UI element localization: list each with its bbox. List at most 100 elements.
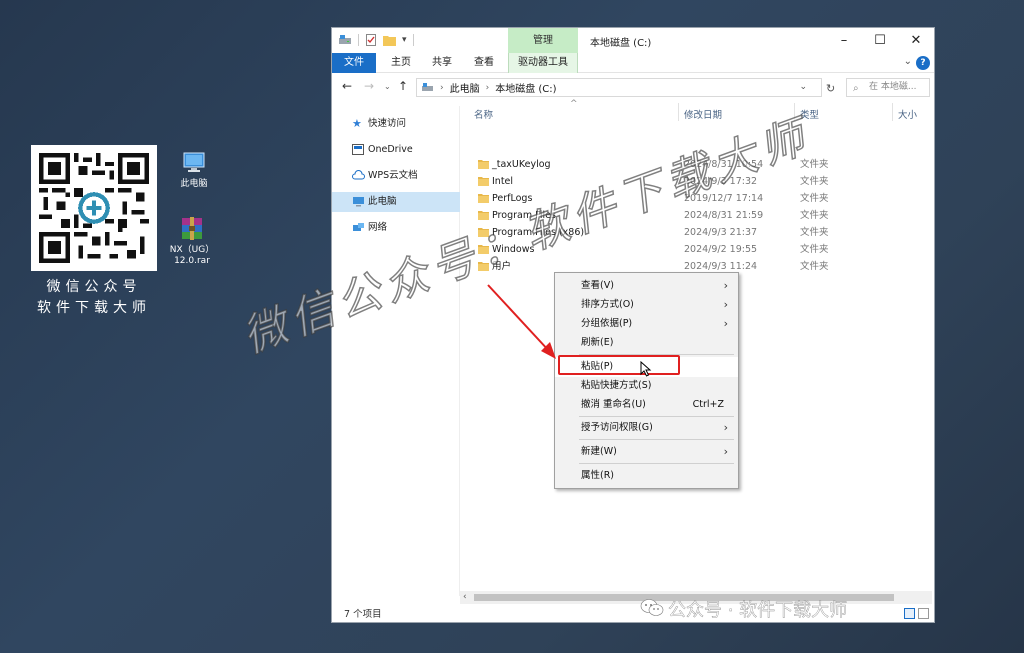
refresh-icon[interactable]: ↻ bbox=[826, 82, 835, 95]
close-button[interactable]: ✕ bbox=[898, 28, 934, 53]
nav-item-label: WPS云文档 bbox=[368, 170, 418, 181]
search-icon: ⌕ bbox=[853, 83, 859, 94]
column-header-name[interactable]: 名称 bbox=[474, 107, 493, 121]
customize-toolbar-icon[interactable]: ▾ bbox=[402, 35, 407, 45]
menu-item-label: 刷新(E) bbox=[581, 337, 614, 348]
column-header-date[interactable]: 修改日期 bbox=[684, 107, 722, 121]
menu-separator bbox=[579, 416, 734, 417]
desktop-icon-label: NX（UG）12.0.rar bbox=[169, 245, 215, 266]
menu-item-label: 分组依据(P) bbox=[581, 318, 633, 329]
breadcrumb-separator-icon: › bbox=[485, 82, 490, 93]
nav-item-label: 网络 bbox=[368, 222, 388, 233]
menu-item-label: 撤消 重命名(U) bbox=[581, 399, 646, 410]
help-icon[interactable]: ? bbox=[916, 56, 930, 70]
breadcrumb-this-pc[interactable]: 此电脑 bbox=[450, 80, 480, 95]
menu-item-label: 授予访问权限(G) bbox=[581, 422, 653, 433]
paste-highlight-box bbox=[558, 355, 680, 375]
breadcrumb-local-disk[interactable]: 本地磁盘 (C:) bbox=[495, 80, 556, 95]
nav-item-this-pc[interactable]: 此电脑 bbox=[332, 192, 460, 212]
address-dropdown-icon[interactable]: ⌄ bbox=[799, 82, 807, 92]
file-type: 文件夹 bbox=[800, 193, 829, 204]
navigation-pane: ★ 快速访问 OneDrive WPS云文档 此电脑 网络 bbox=[332, 106, 460, 596]
up-arrow-icon[interactable]: ↑ bbox=[398, 79, 408, 93]
computer-icon bbox=[183, 152, 205, 172]
window-title: 本地磁盘 (C:) bbox=[590, 38, 652, 49]
properties-icon[interactable] bbox=[365, 34, 377, 46]
column-header-size[interactable]: 大小 bbox=[898, 107, 917, 121]
menu-item-label: 排序方式(O) bbox=[581, 299, 634, 310]
desktop-icon-label: 此电脑 bbox=[180, 179, 208, 189]
network-icon bbox=[353, 223, 364, 231]
qr-caption-line1: 微信公众号 bbox=[46, 279, 142, 295]
menu-separator bbox=[579, 463, 734, 464]
nav-item-onedrive[interactable]: OneDrive bbox=[332, 140, 460, 160]
menu-item-new[interactable]: 新建(W) › bbox=[555, 442, 738, 462]
menu-item-undo-rename[interactable]: 撤消 重命名(U) Ctrl+Z bbox=[555, 395, 738, 415]
computer-icon bbox=[353, 197, 364, 207]
manage-contextual-tab[interactable]: 管理 bbox=[508, 28, 578, 53]
file-name: Intel bbox=[492, 176, 514, 187]
folder-icon bbox=[478, 194, 489, 203]
desktop-icon-nx-archive[interactable]: NX（UG）12.0.rar bbox=[162, 216, 222, 267]
tab-home[interactable]: 主页 bbox=[386, 53, 416, 73]
drive-icon[interactable] bbox=[338, 34, 352, 46]
file-type: 文件夹 bbox=[800, 227, 829, 238]
nav-item-label: 快速访问 bbox=[368, 118, 407, 129]
menu-item-label: 属性(R) bbox=[581, 470, 615, 481]
scroll-left-icon[interactable]: ‹ bbox=[463, 591, 467, 604]
nav-item-quick-access[interactable]: ★ 快速访问 bbox=[332, 114, 460, 134]
bottom-watermark: 公众号 · 软件下载大师 bbox=[668, 600, 848, 621]
menu-item-properties[interactable]: 属性(R) bbox=[555, 466, 738, 486]
folder-icon bbox=[478, 177, 489, 186]
qr-caption-line2: 软件下载大师 bbox=[37, 300, 151, 316]
expand-ribbon-icon[interactable]: ⌄ bbox=[904, 56, 912, 67]
menu-item-give-access[interactable]: 授予访问权限(G) › bbox=[555, 418, 738, 438]
submenu-arrow-icon: › bbox=[723, 317, 728, 330]
qr-code-image bbox=[39, 153, 149, 263]
sort-ascending-icon: ^ bbox=[570, 99, 578, 109]
item-count: 7 个项目 bbox=[344, 609, 382, 620]
toolbar-divider bbox=[412, 34, 414, 46]
menu-item-view[interactable]: 查看(V) › bbox=[555, 276, 738, 296]
title-bar: ▾ 管理 本地磁盘 (C:) – ☐ ✕ bbox=[332, 28, 934, 53]
new-folder-icon[interactable] bbox=[383, 34, 396, 46]
toolbar-divider bbox=[358, 34, 359, 46]
menu-item-label: 粘贴快捷方式(S) bbox=[581, 380, 652, 391]
cloud-icon bbox=[352, 170, 365, 180]
forward-arrow-icon[interactable]: → bbox=[364, 79, 374, 93]
mouse-cursor-icon bbox=[640, 361, 652, 377]
breadcrumb-separator-icon: › bbox=[440, 82, 444, 93]
file-type: 文件夹 bbox=[800, 261, 829, 272]
address-bar[interactable]: › 此电脑 › 本地磁盘 (C:) ⌄ bbox=[416, 78, 822, 97]
tab-view[interactable]: 查看 bbox=[469, 53, 499, 73]
menu-item-label: 查看(V) bbox=[581, 280, 614, 291]
menu-item-group-by[interactable]: 分组依据(P) › bbox=[555, 314, 738, 334]
wechat-logo-icon bbox=[640, 599, 664, 616]
large-icons-view-icon[interactable] bbox=[918, 608, 929, 619]
tab-drive-tools[interactable]: 驱动器工具 bbox=[508, 53, 578, 73]
star-icon: ★ bbox=[352, 117, 362, 130]
file-type: 文件夹 bbox=[800, 176, 829, 187]
back-arrow-icon[interactable]: ← bbox=[342, 79, 352, 93]
file-type: 文件夹 bbox=[800, 244, 829, 255]
menu-item-refresh[interactable]: 刷新(E) bbox=[555, 333, 738, 353]
recent-locations-icon[interactable]: ⌄ bbox=[384, 82, 391, 91]
submenu-arrow-icon: › bbox=[723, 421, 728, 434]
details-view-icon[interactable] bbox=[904, 608, 915, 619]
nav-item-label: 此电脑 bbox=[368, 196, 397, 207]
menu-item-paste-shortcut[interactable]: 粘贴快捷方式(S) bbox=[555, 376, 738, 396]
minimize-button[interactable]: – bbox=[826, 28, 862, 53]
context-menu: 查看(V) › 排序方式(O) › 分组依据(P) › 刷新(E) 粘贴(P) … bbox=[554, 272, 739, 489]
file-type: 文件夹 bbox=[800, 210, 829, 221]
menu-item-sort-by[interactable]: 排序方式(O) › bbox=[555, 295, 738, 315]
tab-file[interactable]: 文件 bbox=[332, 53, 376, 73]
maximize-button[interactable]: ☐ bbox=[862, 28, 898, 53]
file-date: 2024/8/31 21:59 bbox=[684, 210, 764, 221]
column-divider[interactable] bbox=[678, 103, 679, 121]
tab-share[interactable]: 共享 bbox=[427, 53, 457, 73]
submenu-arrow-icon: › bbox=[723, 445, 728, 458]
menu-separator bbox=[579, 439, 734, 440]
desktop-icon-this-pc[interactable]: 此电脑 bbox=[164, 150, 224, 190]
column-divider[interactable] bbox=[892, 103, 893, 121]
nav-item-wps-cloud[interactable]: WPS云文档 bbox=[332, 166, 460, 186]
